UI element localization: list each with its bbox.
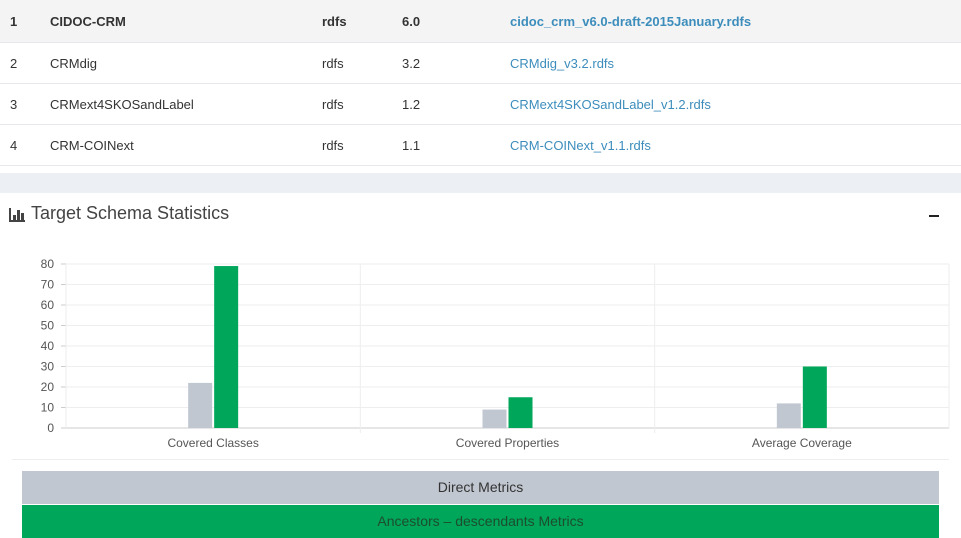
- schema-file-link[interactable]: CRM-COINext_v1.1.rdfs: [510, 125, 651, 166]
- bar-ancestors[interactable]: [508, 397, 533, 428]
- bar-ancestors[interactable]: [214, 266, 239, 428]
- y-tick-label: 10: [41, 401, 55, 415]
- coverage-bar-chart: 0 10 20 30 40 50 60 70 80 Covered Classes Covered …: [41, 257, 950, 450]
- schema-table: 1 CIDOC-CRM rdfs 6.0 cidoc_crm_v6.0-draf…: [0, 0, 961, 166]
- category-label: Covered Properties: [456, 436, 559, 450]
- y-tick-label: 30: [41, 360, 55, 374]
- table-row: 3 CRMext4SKOSandLabel rdfs 1.2 CRMext4SK…: [0, 84, 961, 125]
- bar-direct[interactable]: [776, 403, 801, 428]
- y-tick-label: 40: [41, 339, 55, 353]
- schema-version: 1.2: [402, 97, 421, 112]
- schema-version: 3.2: [402, 56, 421, 71]
- schema-format: rdfs: [322, 138, 344, 153]
- row-index: 1: [10, 14, 18, 29]
- divider: [12, 459, 949, 460]
- legend-ancestors-metrics[interactable]: Ancestors – descendants Metrics: [22, 505, 939, 538]
- legend-direct-metrics[interactable]: Direct Metrics: [22, 471, 939, 504]
- bar-direct[interactable]: [188, 382, 213, 428]
- row-index: 3: [10, 97, 18, 112]
- schema-format: rdfs: [322, 56, 344, 71]
- y-tick-label: 0: [47, 421, 54, 435]
- schema-name: CIDOC-CRM: [50, 14, 126, 29]
- table-row: 4 CRM-COINext rdfs 1.1 CRM-COINext_v1.1.…: [0, 125, 961, 166]
- table-row: 2 CRMdig rdfs 3.2 CRMdig_v3.2.rdfs: [0, 43, 961, 84]
- schema-name: CRM-COINext: [50, 138, 134, 153]
- schema-format: rdfs: [322, 97, 344, 112]
- schema-file-link[interactable]: CRMdig_v3.2.rdfs: [510, 43, 614, 84]
- schema-version: 1.1: [402, 138, 421, 153]
- bar-direct[interactable]: [482, 409, 507, 428]
- y-tick-label: 20: [41, 380, 55, 394]
- schema-format: rdfs: [322, 14, 347, 29]
- schema-name: CRMdig: [50, 56, 97, 71]
- y-tick-label: 50: [41, 319, 55, 333]
- schema-version: 6.0: [402, 14, 421, 29]
- section-divider: [0, 173, 961, 193]
- schema-file-link[interactable]: cidoc_crm_v6.0-draft-2015January.rdfs: [510, 0, 751, 43]
- category-label: Average Coverage: [752, 436, 852, 450]
- schema-name: CRMext4SKOSandLabel: [50, 97, 194, 112]
- category-label: Covered Classes: [167, 436, 258, 450]
- row-index: 4: [10, 138, 18, 153]
- box-title: Target Schema Statistics: [31, 203, 230, 223]
- schema-file-link[interactable]: CRMext4SKOSandLabel_v1.2.rdfs: [510, 84, 711, 125]
- y-tick-label: 70: [41, 278, 55, 292]
- bar-chart-icon: [9, 208, 25, 222]
- y-tick-label: 60: [41, 298, 55, 312]
- table-row: 1 CIDOC-CRM rdfs 6.0 cidoc_crm_v6.0-draf…: [0, 0, 961, 43]
- y-tick-label: 80: [41, 257, 55, 271]
- bar-ancestors[interactable]: [802, 366, 827, 429]
- collapse-button[interactable]: [928, 208, 942, 222]
- row-index: 2: [10, 56, 18, 71]
